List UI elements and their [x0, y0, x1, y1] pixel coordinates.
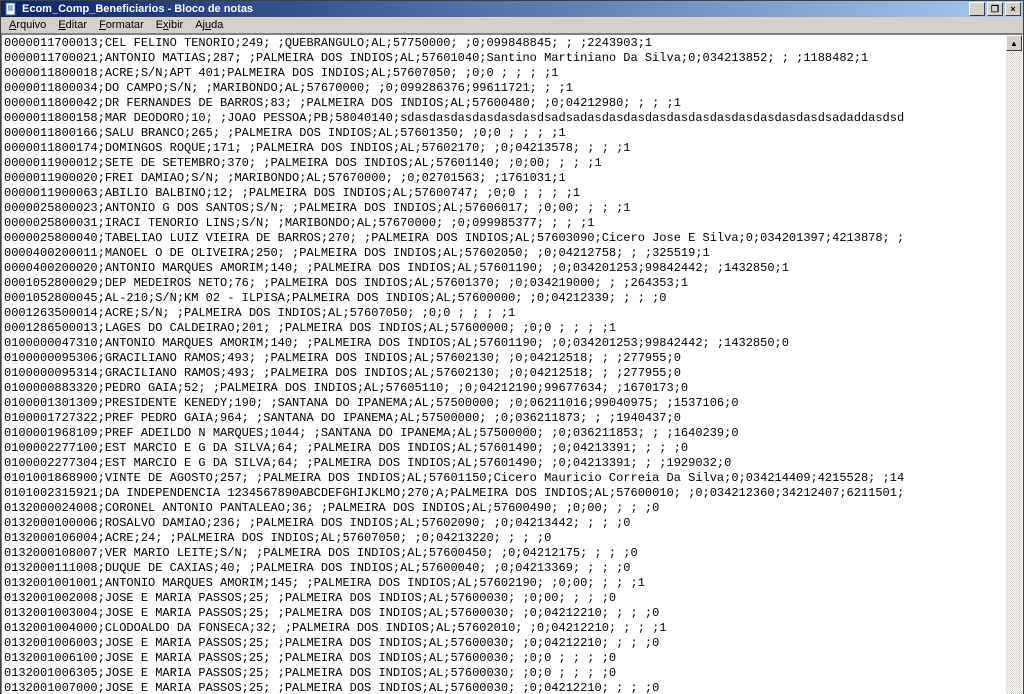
- menu-view[interactable]: Exibir: [150, 17, 190, 33]
- close-button[interactable]: ×: [1005, 2, 1021, 16]
- menubar: Arquivo Editar Formatar Exibir Ajuda: [1, 17, 1023, 34]
- notepad-window: Ecom_Comp_Beneficiarios - Bloco de notas…: [0, 0, 1024, 694]
- editor-area: 0000011700013;CEL FELINO TENORIO;249; ;Q…: [1, 34, 1023, 694]
- window-title: Ecom_Comp_Beneficiarios - Bloco de notas: [22, 3, 969, 15]
- window-buttons: _ ❐ ×: [969, 2, 1021, 16]
- scroll-up-button[interactable]: ▲: [1006, 35, 1022, 51]
- vertical-scrollbar[interactable]: ▲ ▼: [1006, 35, 1022, 694]
- menu-file[interactable]: Arquivo: [3, 17, 52, 33]
- app-icon: [3, 1, 19, 17]
- restore-button[interactable]: ❐: [987, 2, 1003, 16]
- menu-edit[interactable]: Editar: [52, 17, 93, 33]
- menu-help[interactable]: Ajuda: [189, 17, 229, 33]
- titlebar[interactable]: Ecom_Comp_Beneficiarios - Bloco de notas…: [1, 1, 1023, 17]
- minimize-button[interactable]: _: [969, 2, 985, 16]
- menu-format[interactable]: Formatar: [93, 17, 150, 33]
- vscroll-track[interactable]: [1006, 51, 1022, 694]
- text-editor[interactable]: 0000011700013;CEL FELINO TENORIO;249; ;Q…: [2, 35, 1006, 694]
